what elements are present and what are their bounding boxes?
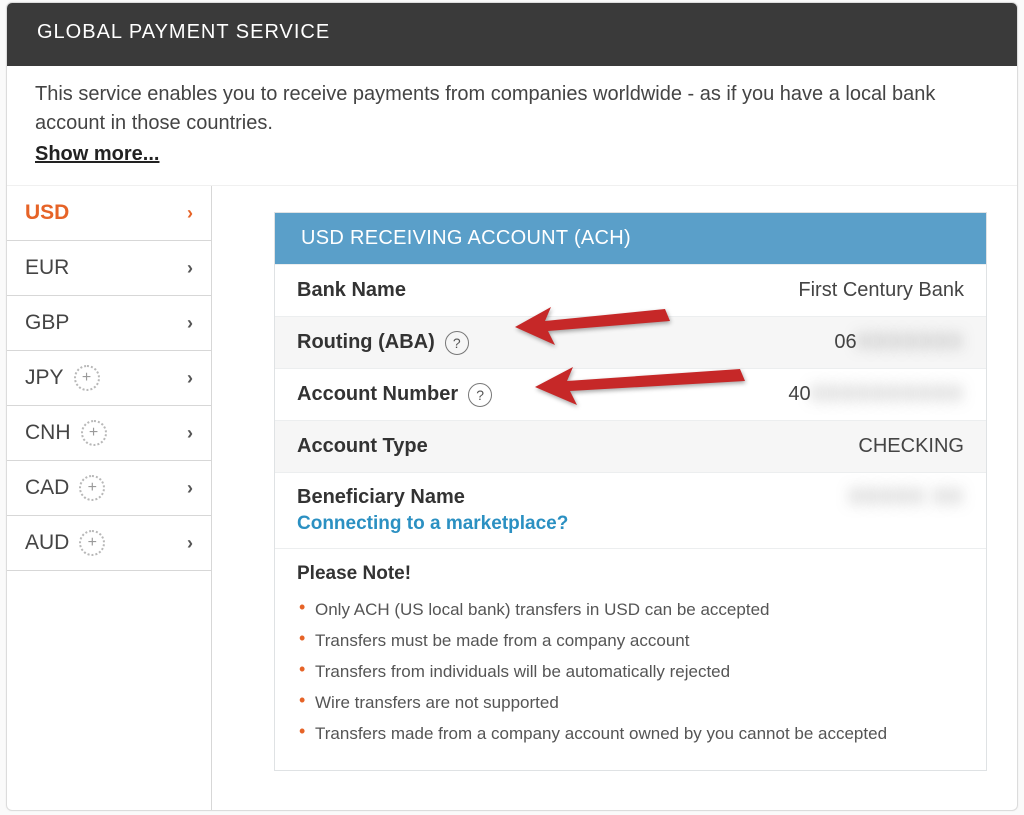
currency-sidebar: USD › EUR › GBP › JPY +: [7, 186, 212, 810]
row-label-text: Routing (ABA): [297, 331, 435, 354]
plus-icon: +: [81, 420, 107, 446]
note-title: Please Note!: [297, 563, 964, 585]
account-details-panel: USD RECEIVING ACCOUNT (ACH) Bank Name Fi…: [212, 186, 1017, 810]
account-number-hidden: XXXXXXXXXX: [811, 383, 964, 406]
row-account-type: Account Type CHECKING: [275, 420, 986, 472]
chevron-icon: ›: [187, 258, 193, 279]
row-value: CHECKING: [858, 435, 964, 458]
currency-tab-cnh[interactable]: CNH + ›: [7, 406, 211, 461]
row-label: Beneficiary Name: [297, 486, 568, 509]
plus-icon: +: [74, 365, 100, 391]
currency-code: USD: [25, 201, 69, 225]
chevron-icon: ›: [187, 203, 193, 224]
section-header: GLOBAL PAYMENT SERVICE: [7, 3, 1017, 66]
row-bank-name: Bank Name First Century Bank: [275, 264, 986, 316]
section-header-title: GLOBAL PAYMENT SERVICE: [37, 21, 330, 43]
row-label-text: Account Number: [297, 383, 458, 406]
currency-code: JPY: [25, 366, 64, 390]
row-beneficiary: Beneficiary Name Connecting to a marketp…: [275, 472, 986, 548]
note-item: Transfers must be made from a company ac…: [297, 626, 964, 657]
row-label: Account Number ?: [297, 383, 492, 407]
row-label: Account Type: [297, 435, 428, 458]
row-value: XXXXX XX: [849, 486, 964, 509]
chevron-icon: ›: [187, 423, 193, 444]
help-icon[interactable]: ?: [445, 331, 469, 355]
note-item: Transfers made from a company account ow…: [297, 719, 964, 750]
row-label: Routing (ABA) ?: [297, 331, 469, 355]
currency-code: CAD: [25, 476, 69, 500]
chevron-icon: ›: [187, 368, 193, 389]
marketplace-link[interactable]: Connecting to a marketplace?: [297, 513, 568, 535]
account-number-visible: 40: [788, 383, 810, 405]
currency-code: GBP: [25, 311, 69, 335]
row-value: First Century Bank: [798, 279, 964, 302]
routing-hidden: XXXXXXX: [857, 331, 964, 354]
currency-tab-gbp[interactable]: GBP ›: [7, 296, 211, 351]
row-value: 40XXXXXXXXXX: [788, 383, 964, 406]
plus-icon: +: [79, 530, 105, 556]
currency-code: AUD: [25, 531, 69, 555]
account-card: USD RECEIVING ACCOUNT (ACH) Bank Name Fi…: [274, 212, 987, 771]
currency-tab-usd[interactable]: USD ›: [7, 186, 211, 241]
help-icon[interactable]: ?: [468, 383, 492, 407]
note-list: Only ACH (US local bank) transfers in US…: [297, 595, 964, 750]
routing-visible: 06: [834, 331, 856, 353]
row-value: 06XXXXXXX: [834, 331, 964, 354]
chevron-icon: ›: [187, 533, 193, 554]
plus-icon: +: [79, 475, 105, 501]
currency-tab-eur[interactable]: EUR ›: [7, 241, 211, 296]
note-box: Please Note! Only ACH (US local bank) tr…: [275, 548, 986, 770]
currency-tab-cad[interactable]: CAD + ›: [7, 461, 211, 516]
currency-tab-jpy[interactable]: JPY + ›: [7, 351, 211, 406]
note-item: Transfers from individuals will be autom…: [297, 657, 964, 688]
beneficiary-hidden: XXXXX XX: [849, 486, 964, 509]
note-item: Only ACH (US local bank) transfers in US…: [297, 595, 964, 626]
content-body: USD › EUR › GBP › JPY +: [7, 186, 1017, 810]
row-routing: Routing (ABA) ? 06XXXXXXX: [275, 316, 986, 368]
row-label: Bank Name: [297, 279, 406, 302]
note-item: Wire transfers are not supported: [297, 688, 964, 719]
currency-tab-aud[interactable]: AUD + ›: [7, 516, 211, 571]
show-more-link[interactable]: Show more...: [35, 140, 159, 169]
global-payment-card: GLOBAL PAYMENT SERVICE This service enab…: [6, 2, 1018, 811]
chevron-icon: ›: [187, 478, 193, 499]
account-card-title: USD RECEIVING ACCOUNT (ACH): [301, 227, 631, 249]
intro-block: This service enables you to receive paym…: [7, 66, 1017, 186]
account-card-header: USD RECEIVING ACCOUNT (ACH): [275, 213, 986, 264]
currency-code: EUR: [25, 256, 69, 280]
currency-code: CNH: [25, 421, 71, 445]
row-account-number: Account Number ? 40XXXXXXXXXX: [275, 368, 986, 420]
chevron-icon: ›: [187, 313, 193, 334]
intro-text: This service enables you to receive paym…: [35, 83, 935, 134]
